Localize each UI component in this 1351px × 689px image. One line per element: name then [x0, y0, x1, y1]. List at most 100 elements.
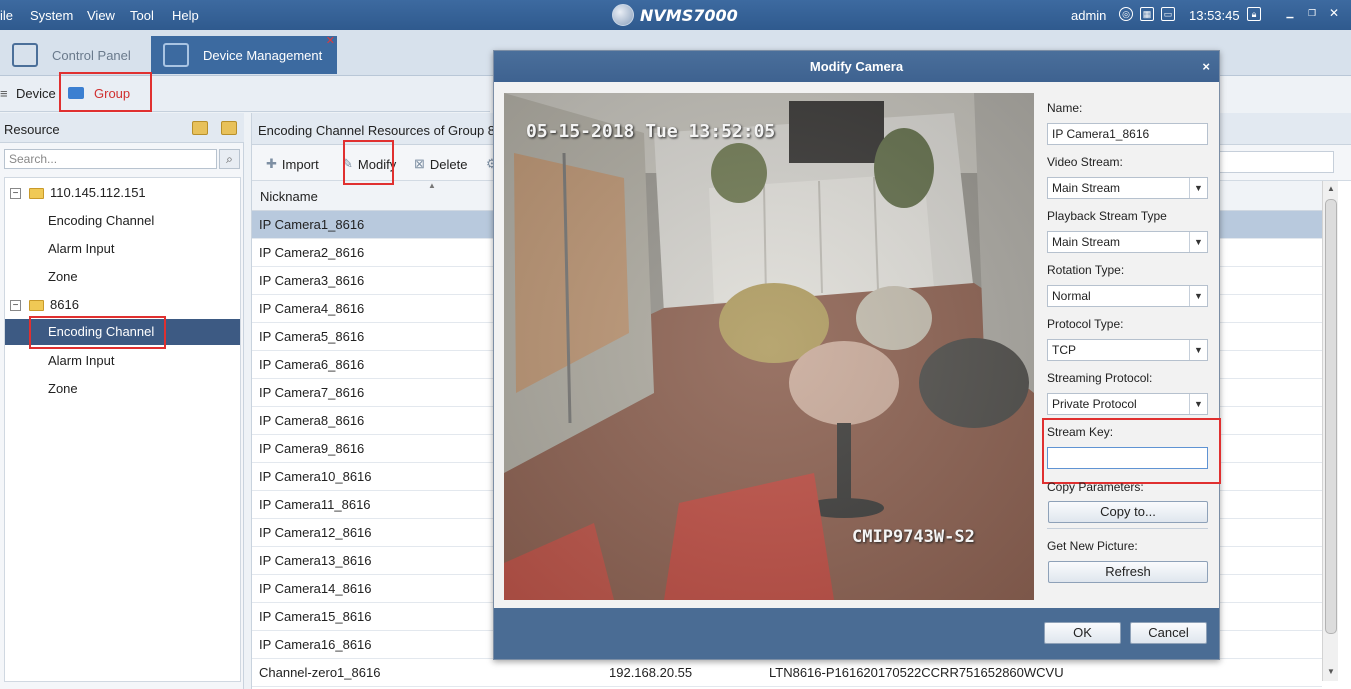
menu-file[interactable]: ile — [0, 8, 13, 23]
column-nickname[interactable]: Nickname — [260, 189, 318, 204]
collapse-icon[interactable]: − — [10, 188, 21, 199]
row-nickname: IP Camera5_8616 — [259, 329, 365, 344]
tree-item-encoding-channel[interactable]: Encoding Channel — [5, 208, 240, 234]
copy-to-button[interactable]: Copy to... — [1048, 501, 1208, 523]
monitor-icon[interactable]: ▭ — [1161, 7, 1175, 21]
menu-system[interactable]: System — [30, 8, 73, 23]
tree-item-alarm-input[interactable]: Alarm Input — [5, 236, 240, 262]
import-label: Import — [281, 156, 319, 172]
tree-item-label: Zone — [48, 269, 78, 284]
playback-stream-value: Main Stream — [1052, 235, 1121, 249]
minimize-icon[interactable]: ▁ — [1283, 7, 1297, 21]
streaming-protocol-label: Streaming Protocol: — [1047, 371, 1153, 385]
name-input[interactable]: IP Camera1_8616 — [1047, 123, 1208, 145]
streaming-protocol-select[interactable]: Private Protocol ▼ — [1047, 393, 1208, 415]
chevron-down-icon[interactable]: ▼ — [1189, 286, 1207, 306]
chevron-down-icon[interactable]: ▼ — [1189, 178, 1207, 198]
subtab-device[interactable]: Device — [16, 86, 56, 101]
menu-view[interactable]: View — [87, 8, 115, 23]
control-panel-icon — [12, 43, 38, 67]
video-stream-value: Main Stream — [1052, 181, 1121, 195]
channel-title: Encoding Channel Resources of Group 861 — [258, 123, 510, 138]
add-group-icon[interactable] — [192, 121, 208, 135]
resource-panel: Resource Search... ⌕ − 110.145.112.151 E… — [0, 113, 244, 689]
table-row[interactable]: Channel-zero1_8616 192.168.20.55 LTN8616… — [252, 659, 1322, 687]
chevron-down-icon[interactable]: ▼ — [1189, 232, 1207, 252]
tab-device-management-label: Device Management — [203, 47, 323, 63]
row-nickname: IP Camera13_8616 — [259, 553, 372, 568]
tab-control-panel[interactable]: Control Panel — [0, 36, 148, 74]
rotation-type-select[interactable]: Normal ▼ — [1047, 285, 1208, 307]
row-nickname: IP Camera7_8616 — [259, 385, 365, 400]
resource-tree: − 110.145.112.151 Encoding Channel Alarm… — [4, 177, 241, 682]
restore-icon[interactable]: ❐ — [1305, 7, 1319, 21]
cancel-button[interactable]: Cancel — [1130, 622, 1207, 644]
modify-highlight-box — [343, 140, 394, 185]
stream-key-highlight-box — [1042, 418, 1221, 484]
scroll-up-icon[interactable]: ▲ — [1327, 184, 1335, 193]
tree-item-zone[interactable]: Zone — [5, 376, 240, 402]
app-title: NVMS7000 — [612, 4, 738, 26]
menubar: ile System View Tool Help NVMS7000 admin… — [0, 0, 1351, 30]
camera-label: CMIP9743W-S2 — [852, 527, 975, 547]
search-input[interactable]: Search... — [4, 149, 217, 169]
user-name[interactable]: admin — [1071, 8, 1106, 23]
filter-input[interactable] — [1212, 151, 1334, 173]
row-serial: LTN8616-P161620170522CCRR751652860WCVU — [769, 665, 1064, 680]
copy-parameters-label: Copy Parameters: — [1047, 480, 1144, 494]
close-icon[interactable]: ✕ — [1327, 7, 1341, 21]
app-logo-icon — [612, 4, 634, 26]
delete-label: Delete — [429, 156, 468, 172]
video-stream-select[interactable]: Main Stream ▼ — [1047, 177, 1208, 199]
folder-icon — [29, 300, 44, 311]
delete-button[interactable]: ⊠ Delete — [414, 156, 467, 172]
form-divider — [1047, 528, 1208, 529]
chevron-down-icon[interactable]: ▼ — [1189, 394, 1207, 414]
dialog-close-icon[interactable]: × — [1202, 51, 1210, 82]
row-nickname: IP Camera10_8616 — [259, 469, 372, 484]
import-button[interactable]: ✚ Import — [266, 156, 319, 172]
scroll-thumb[interactable] — [1325, 199, 1337, 634]
tab-device-management[interactable]: Device Management ✕ — [151, 34, 337, 74]
playback-stream-label: Playback Stream Type — [1047, 209, 1167, 223]
globe-icon[interactable]: ◎ — [1119, 7, 1133, 21]
scroll-down-icon[interactable]: ▼ — [1327, 667, 1335, 676]
name-label: Name: — [1047, 101, 1083, 115]
tab-control-panel-label: Control Panel — [52, 47, 131, 63]
search-icon[interactable]: ⌕ — [219, 149, 240, 169]
protocol-type-label: Protocol Type: — [1047, 317, 1124, 331]
tree-item-alarm-input[interactable]: Alarm Input — [5, 348, 240, 374]
clock-time: 13:53:45 — [1189, 8, 1240, 23]
table-scrollbar[interactable]: ▲ ▼ — [1322, 181, 1338, 681]
tree-item-label: Zone — [48, 381, 78, 396]
resource-header: Resource — [0, 113, 244, 143]
delete-group-icon[interactable] — [221, 121, 237, 135]
refresh-button[interactable]: Refresh — [1048, 561, 1208, 583]
app-title-text: NVMS7000 — [640, 5, 738, 25]
collapse-icon[interactable]: − — [10, 300, 21, 311]
sort-icon: ▲ — [428, 181, 436, 190]
row-nickname: IP Camera4_8616 — [259, 301, 365, 316]
camera-timestamp: 05-15-2018 Tue 13:52:05 — [526, 121, 776, 142]
rotation-type-label: Rotation Type: — [1047, 263, 1125, 277]
tab-close-icon[interactable]: ✕ — [326, 34, 335, 47]
tree-item-group[interactable]: − 8616 — [5, 292, 240, 318]
protocol-type-select[interactable]: TCP ▼ — [1047, 339, 1208, 361]
chevron-down-icon[interactable]: ▼ — [1189, 340, 1207, 360]
tree-item-group[interactable]: − 110.145.112.151 — [5, 180, 240, 206]
row-nickname: IP Camera1_8616 — [259, 217, 365, 232]
grid-icon[interactable]: ▦ — [1140, 7, 1154, 21]
menu-tool[interactable]: Tool — [130, 8, 154, 23]
tree-item-label: Alarm Input — [48, 241, 115, 256]
ok-button[interactable]: OK — [1044, 622, 1121, 644]
playback-stream-select[interactable]: Main Stream ▼ — [1047, 231, 1208, 253]
tree-item-label: Encoding Channel — [48, 213, 155, 228]
camera-preview: 05-15-2018 Tue 13:52:05 CMIP9743W-S2 — [504, 93, 1034, 600]
protocol-type-value: TCP — [1052, 343, 1076, 357]
menu-help[interactable]: Help — [172, 8, 199, 23]
rotation-type-value: Normal — [1052, 289, 1091, 303]
lock-icon[interactable]: 🔒︎ — [1247, 7, 1261, 21]
tree-item-zone[interactable]: Zone — [5, 264, 240, 290]
row-nickname: IP Camera8_8616 — [259, 413, 365, 428]
row-nickname: IP Camera15_8616 — [259, 609, 372, 624]
